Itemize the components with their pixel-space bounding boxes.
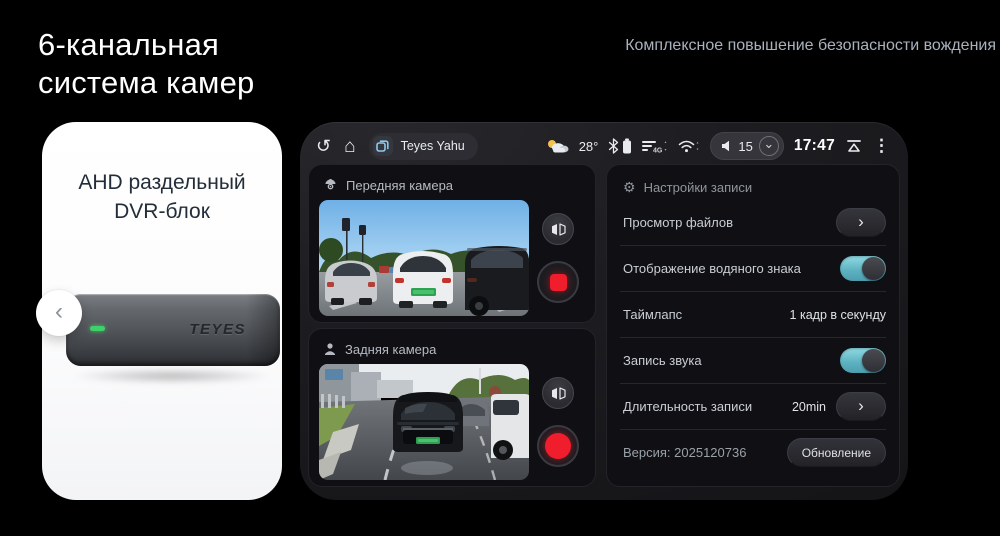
dvr-device-image: TEYES bbox=[66, 294, 280, 366]
carousel-prev-button[interactable]: ‹ bbox=[36, 290, 82, 336]
record-icon bbox=[545, 433, 571, 459]
chevron-left-icon: ‹ bbox=[55, 300, 63, 324]
toggle-knob bbox=[862, 257, 885, 280]
chevron-down-icon: ⌄ bbox=[763, 137, 774, 150]
front-camera-icon bbox=[323, 178, 338, 192]
watermark-toggle[interactable] bbox=[840, 256, 886, 281]
wifi-icon bbox=[678, 138, 700, 154]
settings-row-version: Версия: 2025120736 Обновление bbox=[607, 430, 899, 475]
cellular-signal-icon: 4G bbox=[642, 138, 668, 154]
row-label: Отображение водяного знака bbox=[623, 261, 801, 276]
current-app-pill[interactable]: Teyes Yahu bbox=[369, 133, 478, 160]
row-label: Запись звука bbox=[623, 353, 702, 368]
product-card: AHD раздельный DVR-блок TEYES ‹ bbox=[42, 122, 282, 500]
overflow-menu-button[interactable]: ⋮ bbox=[873, 138, 890, 153]
audio-record-toggle[interactable] bbox=[840, 348, 886, 373]
rear-camera-header: Задняя камера bbox=[323, 339, 587, 359]
toggle-knob bbox=[862, 349, 885, 372]
back-button[interactable]: ↺ bbox=[316, 137, 331, 155]
rear-camera-record-button[interactable] bbox=[537, 425, 579, 467]
dvr-brand-logo: TEYES bbox=[189, 321, 246, 338]
cameras-column: Передняя камера bbox=[308, 164, 596, 487]
row-label: Просмотр файлов bbox=[623, 215, 733, 230]
product-title-line1: AHD раздельный bbox=[42, 168, 282, 197]
front-camera-controls bbox=[529, 213, 587, 303]
head-unit-screen: ↺ ⌂ Teyes Yahu 28° bbox=[300, 122, 908, 500]
open-files-button[interactable]: › bbox=[836, 208, 886, 237]
settings-row-file-browser[interactable]: Просмотр файлов › bbox=[607, 200, 899, 245]
gear-icon: ⚙ bbox=[623, 179, 636, 196]
rear-camera-controls bbox=[529, 377, 587, 467]
app-windows-icon bbox=[373, 136, 393, 156]
rear-camera-title: Задняя камера bbox=[345, 342, 436, 357]
volume-expand-button[interactable]: ⌄ bbox=[759, 136, 779, 156]
front-camera-record-button[interactable] bbox=[537, 261, 579, 303]
back-icon: ↺ bbox=[316, 136, 331, 156]
duration-right: 20min › bbox=[792, 392, 886, 421]
timelapse-value: 1 кадр в секунду bbox=[790, 308, 886, 322]
front-camera-title: Передняя камера bbox=[346, 178, 453, 193]
settings-row-audio[interactable]: Запись звука bbox=[607, 338, 899, 383]
rear-camera-icon bbox=[323, 342, 337, 356]
duration-value: 20min bbox=[792, 400, 826, 414]
bt-battery-group bbox=[608, 138, 632, 154]
recording-settings-panel: ⚙ Настройки записи Просмотр файлов › Ото… bbox=[606, 164, 900, 487]
rear-camera-feed[interactable] bbox=[319, 364, 529, 480]
update-button-label: Обновление bbox=[802, 446, 871, 460]
row-label: Таймлапс bbox=[623, 307, 682, 322]
duration-select-button[interactable]: › bbox=[836, 392, 886, 421]
camera-flip-icon bbox=[551, 223, 566, 236]
settings-row-timelapse[interactable]: Таймлапс 1 кадр в секунду bbox=[607, 292, 899, 337]
status-bar: ↺ ⌂ Teyes Yahu 28° bbox=[300, 122, 908, 162]
rear-camera-panel: Задняя камера bbox=[308, 328, 596, 487]
rear-camera-body bbox=[319, 364, 587, 480]
update-button[interactable]: Обновление bbox=[787, 438, 886, 467]
page-title: 6-канальная система камер bbox=[38, 26, 254, 102]
front-camera-header: Передняя камера bbox=[323, 175, 587, 195]
volume-level-label: 15 bbox=[738, 139, 752, 154]
front-camera-switch-button[interactable] bbox=[542, 213, 574, 245]
page-title-line1: 6-канальная bbox=[38, 26, 254, 64]
front-camera-panel: Передняя камера bbox=[308, 164, 596, 323]
settings-header: ⚙ Настройки записи bbox=[607, 169, 899, 200]
app-name-label: Teyes Yahu bbox=[401, 139, 465, 153]
unit-body: Передняя камера bbox=[300, 162, 908, 487]
network-type-label: 4G bbox=[653, 148, 663, 155]
bluetooth-icon bbox=[608, 138, 619, 154]
settings-row-watermark[interactable]: Отображение водяного знака bbox=[607, 246, 899, 291]
version-label: Версия: 2025120736 bbox=[623, 445, 746, 460]
front-camera-feed[interactable] bbox=[319, 200, 529, 316]
camera-flip-icon bbox=[551, 387, 566, 400]
settings-title: Настройки записи bbox=[644, 180, 753, 195]
temperature-label: 28° bbox=[579, 139, 599, 154]
home-icon: ⌂ bbox=[344, 136, 355, 157]
volume-control[interactable]: 15 ⌄ bbox=[710, 132, 783, 160]
speaker-icon bbox=[721, 140, 732, 152]
front-camera-body bbox=[319, 200, 587, 316]
rear-camera-switch-button[interactable] bbox=[542, 377, 574, 409]
status-bar-right: 28° 4G bbox=[545, 132, 890, 160]
weather-icon bbox=[545, 138, 569, 154]
page-title-line2: система камер bbox=[38, 64, 254, 102]
product-card-title: AHD раздельный DVR-блок bbox=[42, 168, 282, 226]
battery-icon bbox=[622, 138, 632, 154]
row-label: Длительность записи bbox=[623, 399, 752, 414]
page-tagline: Комплексное повышение безопасности вожде… bbox=[556, 37, 996, 55]
dvr-led-indicator bbox=[90, 326, 105, 331]
chevron-right-icon: › bbox=[858, 213, 864, 230]
dvr-device-shadow bbox=[70, 368, 274, 384]
clock-label: 17:47 bbox=[794, 137, 835, 155]
status-bar-left: ↺ ⌂ Teyes Yahu bbox=[316, 133, 478, 160]
chevron-right-icon: › bbox=[858, 397, 864, 414]
stop-record-icon bbox=[550, 274, 567, 291]
product-title-line2: DVR-блок bbox=[42, 197, 282, 226]
settings-row-duration[interactable]: Длительность записи 20min › bbox=[607, 384, 899, 429]
home-button[interactable]: ⌂ bbox=[344, 137, 355, 156]
screen-off-icon[interactable] bbox=[845, 138, 863, 154]
